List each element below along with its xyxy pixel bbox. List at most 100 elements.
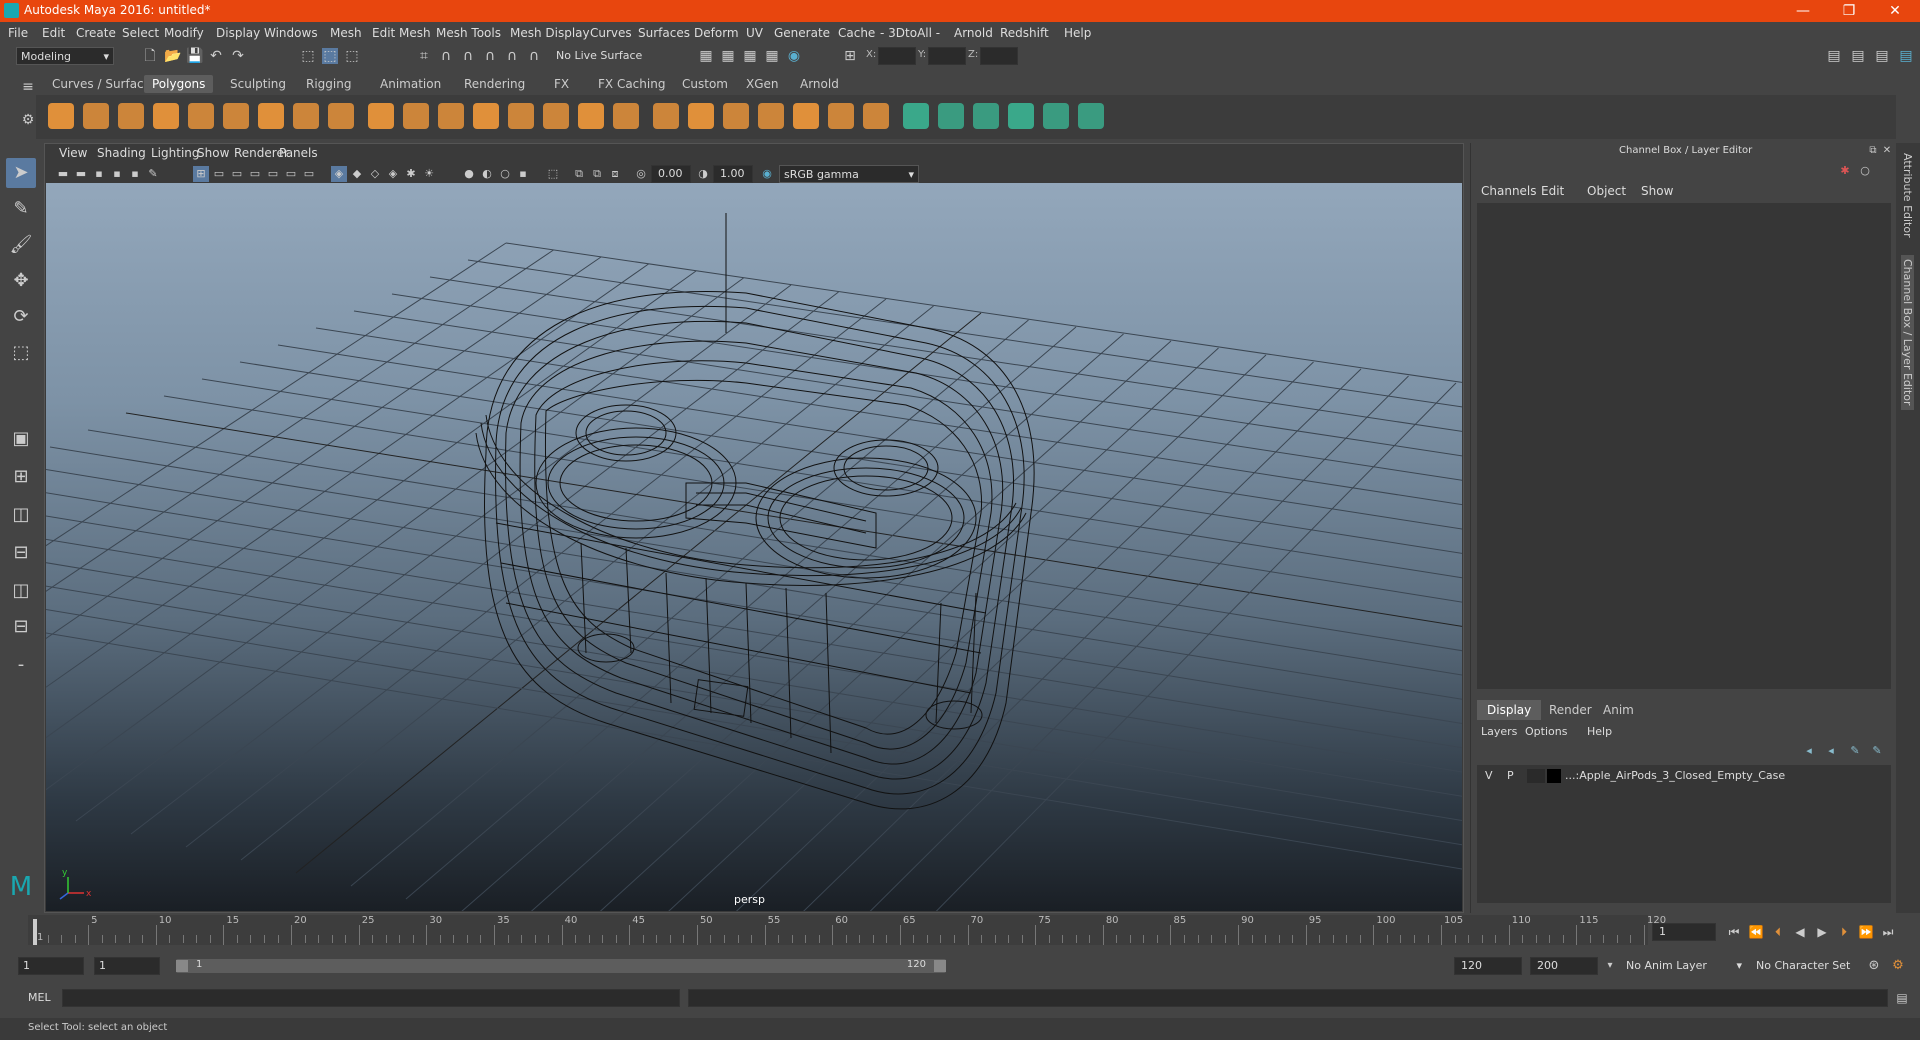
- isolate-select-icon[interactable]: ⬚: [545, 166, 561, 182]
- play-forwards-icon[interactable]: ▶: [1814, 924, 1830, 940]
- modeling-toolkit-icon[interactable]: ▤: [1826, 48, 1842, 64]
- shelf-offset-edge-loop-icon[interactable]: [903, 103, 929, 129]
- chevron-down-icon[interactable]: ▾: [1602, 958, 1618, 974]
- new-layer-icon[interactable]: ✎: [1847, 743, 1863, 759]
- menu-mesh-tools[interactable]: Mesh Tools: [436, 26, 501, 40]
- redo-icon[interactable]: ↷: [230, 48, 246, 64]
- shelf-average-icon[interactable]: [508, 103, 534, 129]
- step-forward-icon[interactable]: ⏩: [1858, 924, 1874, 940]
- safe-action-icon[interactable]: ▭: [283, 166, 299, 182]
- save-scene-icon[interactable]: 💾: [186, 48, 203, 64]
- gamma-field[interactable]: 1.00: [713, 165, 753, 183]
- shelf-smooth-icon[interactable]: [473, 103, 499, 129]
- x-field[interactable]: [878, 47, 916, 65]
- move-tool-icon[interactable]: ✥: [6, 266, 36, 296]
- layer-tab-display[interactable]: Display: [1477, 700, 1542, 720]
- shelf-fill-hole-icon[interactable]: [828, 103, 854, 129]
- snap-view-icon[interactable]: ∩: [482, 48, 498, 64]
- layout-menu-icon[interactable]: -: [6, 650, 36, 680]
- camera-select-icon[interactable]: ▬: [55, 166, 71, 182]
- current-frame-field[interactable]: 1: [1652, 923, 1716, 941]
- menu-uv[interactable]: UV: [746, 26, 763, 40]
- shelf-automatic-uv-icon[interactable]: [1008, 103, 1034, 129]
- side-by-side-layout-icon[interactable]: ◫: [6, 500, 36, 530]
- snap-grid-icon[interactable]: ⌗: [416, 48, 432, 64]
- exposure-field[interactable]: 0.00: [651, 165, 691, 183]
- layer-menu-layers[interactable]: Layers: [1481, 725, 1517, 738]
- move-layer-up-icon[interactable]: ◂: [1801, 743, 1817, 759]
- attribute-editor-icon[interactable]: ▤: [1850, 48, 1866, 64]
- shelf-combine-icon[interactable]: [328, 103, 354, 129]
- depth-of-field-icon[interactable]: ▪: [515, 166, 531, 182]
- layer-name[interactable]: ...:Apple_AirPods_3_Closed_Empty_Case: [1565, 769, 1785, 782]
- go-to-start-icon[interactable]: ⏮: [1726, 924, 1742, 940]
- shelf-settings-icon[interactable]: ⚙: [20, 112, 36, 128]
- snap-curve-icon[interactable]: ∩: [438, 48, 454, 64]
- close-button[interactable]: ✕: [1872, 0, 1918, 22]
- layer-menu-options[interactable]: Options: [1525, 725, 1567, 738]
- shelf-extract-icon[interactable]: [403, 103, 429, 129]
- menu-create[interactable]: Create: [76, 26, 116, 40]
- perspective-viewport[interactable]: y x persp: [46, 183, 1462, 911]
- shelf-uv-editor-icon[interactable]: [1043, 103, 1069, 129]
- open-scene-icon[interactable]: 📂: [164, 48, 181, 64]
- playback-start-field[interactable]: 1: [94, 957, 160, 975]
- outliner-layout-icon[interactable]: ⊟: [6, 612, 36, 642]
- paint-select-icon[interactable]: 🖌: [6, 230, 36, 260]
- menu-file[interactable]: File: [8, 26, 28, 40]
- shelf-extrude-icon[interactable]: [613, 103, 639, 129]
- menu-surfaces[interactable]: Surfaces: [638, 26, 690, 40]
- menu-mesh[interactable]: Mesh: [330, 26, 362, 40]
- maximize-button[interactable]: ❐: [1826, 0, 1872, 22]
- step-back-icon[interactable]: ⏪: [1748, 924, 1764, 940]
- layer-row[interactable]: V P ...:Apple_AirPods_3_Closed_Empty_Cas…: [1477, 767, 1891, 785]
- y-field[interactable]: [928, 47, 966, 65]
- select-tool-icon[interactable]: ➤: [6, 158, 36, 188]
- menu-windows[interactable]: Windows: [264, 26, 318, 40]
- persp-graph-layout-icon[interactable]: ⊟: [6, 538, 36, 568]
- scale-tool-icon[interactable]: ⬚: [6, 338, 36, 368]
- script-language-button[interactable]: MEL: [28, 991, 51, 1004]
- wireframe-icon[interactable]: ◈: [331, 166, 347, 182]
- step-back-key-icon[interactable]: ⏴: [1770, 924, 1786, 940]
- shelf-boolean-icon[interactable]: [438, 103, 464, 129]
- snap-surface-icon[interactable]: ∩: [504, 48, 520, 64]
- single-pane-layout-icon[interactable]: ▣: [6, 424, 36, 454]
- menu-mesh-display[interactable]: Mesh Display: [510, 26, 590, 40]
- end-time-field[interactable]: 200: [1530, 957, 1598, 975]
- menu-edit[interactable]: Edit: [42, 26, 65, 40]
- menu-help[interactable]: Help: [1064, 26, 1091, 40]
- layer-color-swatch[interactable]: [1547, 769, 1561, 783]
- shelf-tab-sculpting[interactable]: Sculpting: [222, 75, 294, 93]
- menu-generate[interactable]: Generate: [774, 26, 830, 40]
- range-slider[interactable]: 1 120: [176, 959, 946, 973]
- grid-toggle-icon[interactable]: ⊞: [193, 166, 209, 182]
- wireframe-on-shaded-icon[interactable]: ◇: [367, 166, 383, 182]
- shelf-separate-icon[interactable]: [368, 103, 394, 129]
- attribute-editor-tab[interactable]: Attribute Editor: [1901, 153, 1914, 238]
- viewport-menu-view[interactable]: View: [59, 146, 87, 160]
- shelf-bridge-icon[interactable]: [543, 103, 569, 129]
- render-view-icon[interactable]: ▦: [698, 48, 714, 64]
- anim-layer-dropdown[interactable]: No Anim Layer ▾: [1622, 957, 1744, 975]
- play-backwards-icon[interactable]: ◀: [1792, 924, 1808, 940]
- shadows-icon[interactable]: ☀: [421, 166, 437, 182]
- shelf-append-icon[interactable]: [578, 103, 604, 129]
- bookmark-icon[interactable]: ▪: [91, 166, 107, 182]
- colorspace-dropdown[interactable]: sRGB gamma ▾: [779, 165, 919, 183]
- select-object-icon[interactable]: ⬚: [322, 48, 338, 64]
- tool-settings-icon[interactable]: ▤: [1874, 48, 1890, 64]
- minimize-button[interactable]: —: [1780, 0, 1826, 22]
- 2d-pan-zoom-icon[interactable]: ▪: [127, 166, 143, 182]
- gate-mask-icon[interactable]: ▭: [247, 166, 263, 182]
- channel-box-icon[interactable]: ▤: [1898, 48, 1914, 64]
- menu-redshift[interactable]: Redshift: [1000, 26, 1049, 40]
- new-scene-icon[interactable]: 🗋: [142, 48, 158, 64]
- range-slider-end-handle[interactable]: [934, 960, 946, 972]
- shelf-tab-polygons[interactable]: Polygons: [144, 75, 214, 93]
- menu-edit-mesh[interactable]: Edit Mesh: [372, 26, 431, 40]
- shelf-poly-plane-icon[interactable]: [188, 103, 214, 129]
- playback-end-field[interactable]: 120: [1454, 957, 1522, 975]
- script-editor-icon[interactable]: ▤: [1894, 990, 1910, 1006]
- resolution-gate-icon[interactable]: ▭: [229, 166, 245, 182]
